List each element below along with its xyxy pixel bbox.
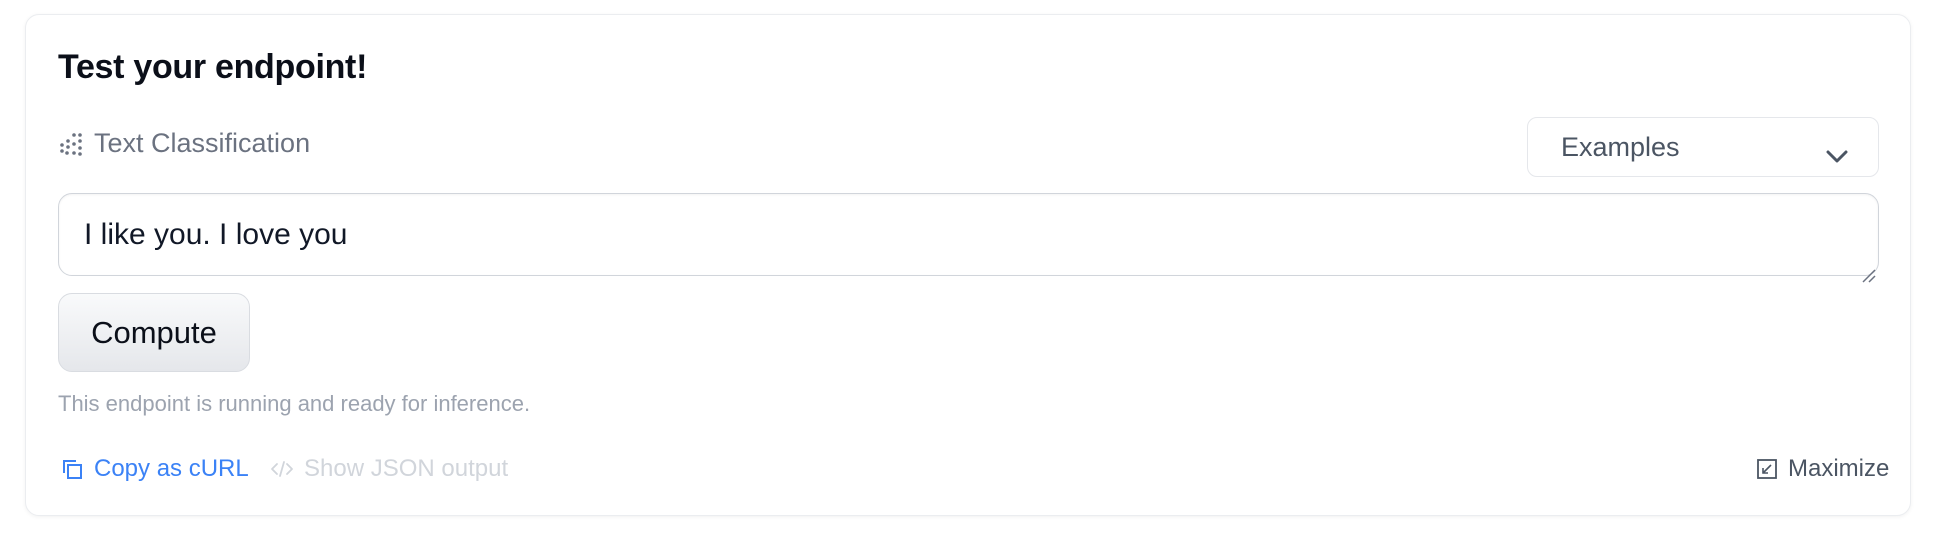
copy-curl-label: Copy as cURL (94, 455, 249, 482)
examples-label: Examples (1561, 131, 1680, 162)
compute-button[interactable]: Compute (58, 293, 250, 372)
show-json-label: Show JSON output (304, 455, 509, 482)
show-json-button[interactable]: Show JSON output (270, 455, 508, 483)
copy-curl-button[interactable]: Copy as cURL (60, 455, 249, 483)
text-classification-icon (58, 130, 86, 158)
resize-handle-icon[interactable] (1860, 257, 1876, 283)
chevron-down-icon (1826, 140, 1848, 163)
copy-icon (63, 460, 82, 479)
text-input-value: I like you. I love you (84, 218, 348, 251)
code-icon (271, 461, 293, 477)
examples-dropdown[interactable]: Examples (1527, 117, 1879, 177)
text-input[interactable]: I like you. I love you (58, 193, 1879, 283)
maximize-icon (1757, 459, 1777, 479)
maximize-label: Maximize (1788, 455, 1890, 482)
widget-title: Test your endpoint! (58, 48, 368, 86)
endpoint-status: This endpoint is running and ready for i… (58, 391, 531, 416)
maximize-button[interactable]: Maximize (1756, 455, 1889, 483)
task-type: Text Classification (58, 128, 310, 159)
task-label: Text Classification (94, 128, 311, 158)
